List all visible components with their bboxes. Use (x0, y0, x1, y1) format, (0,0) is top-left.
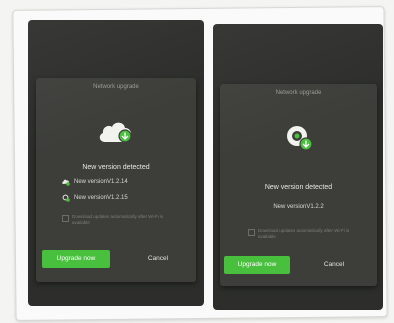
version-label: New versionV1.2.2 (273, 204, 324, 210)
auto-download-label: Download updates automatically after Wi-… (258, 228, 350, 239)
upgrade-dialog: Network upgrade New version detected New… (36, 78, 196, 282)
status-message: New version detected (264, 184, 333, 191)
search-badge-icon (62, 194, 70, 202)
dialog-title: Network upgrade (93, 84, 139, 90)
phone-screen-left: Network upgrade New version detected New… (28, 20, 204, 306)
install-badge-icon (62, 178, 70, 186)
version-item: New versionV1.2.15 (62, 194, 128, 202)
status-message: New version detected (82, 164, 150, 171)
version-item: New versionV1.2.2 (220, 204, 377, 210)
cancel-button[interactable]: Cancel (304, 256, 364, 274)
version-label: New versionV1.2.15 (74, 195, 128, 201)
version-item: New versionV1.2.14 (62, 178, 128, 186)
version-label: New versionV1.2.14 (74, 179, 128, 185)
auto-download-label: Download updates automatically after Wi-… (72, 214, 164, 225)
auto-download-option[interactable]: Download updates automatically after Wi-… (62, 214, 172, 226)
upgrade-now-button[interactable]: Upgrade now (42, 250, 110, 268)
auto-download-checkbox[interactable] (248, 228, 255, 236)
install-badge-icon (282, 120, 316, 154)
upgrade-dialog: Network upgrade New version detected New… (220, 84, 377, 286)
auto-download-checkbox[interactable] (62, 214, 69, 222)
auto-download-option[interactable]: Download updates automatically after Wi-… (248, 228, 358, 240)
dialog-title: Network upgrade (275, 90, 322, 96)
cancel-button[interactable]: Cancel (128, 250, 188, 268)
upgrade-now-button[interactable]: Upgrade now (224, 256, 290, 274)
phone-screen-right: Network upgrade New version detected New… (213, 24, 383, 310)
cloud-download-icon (96, 118, 136, 146)
